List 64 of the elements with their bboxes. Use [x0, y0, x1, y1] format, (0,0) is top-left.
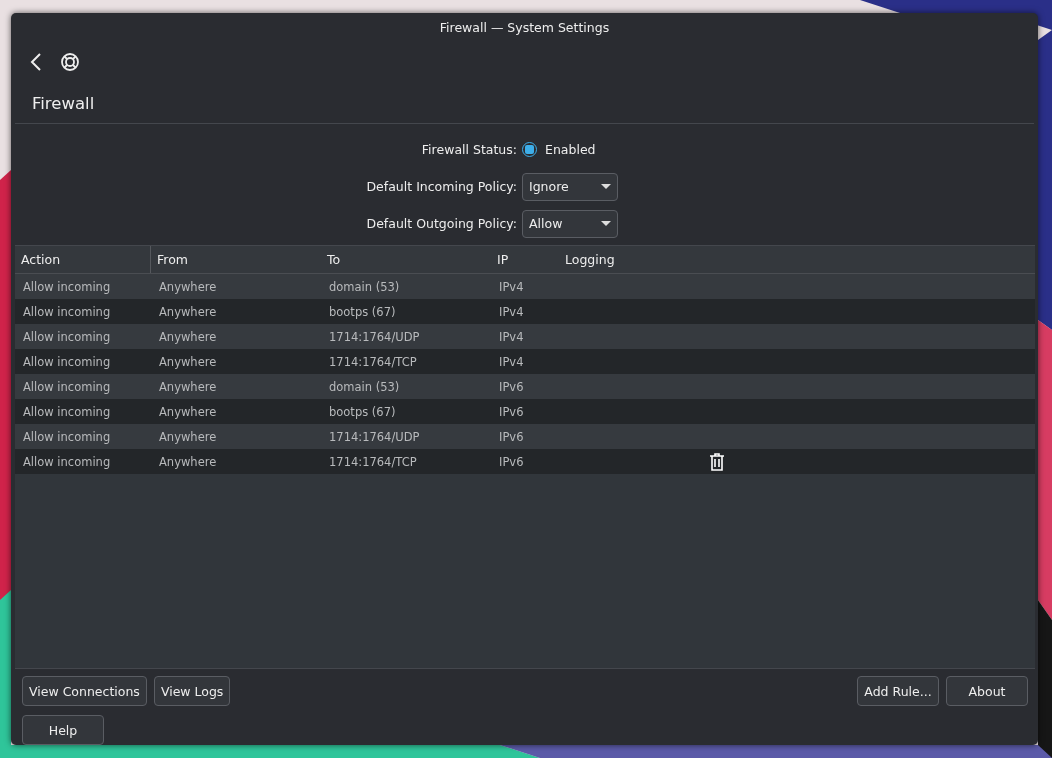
table-cell-text: 1714:1764/UDP [328, 429, 421, 444]
action-button[interactable]: Add Rule... [857, 676, 939, 706]
table-cell-text: bootps (67) [328, 404, 397, 419]
trash-icon[interactable] [709, 453, 725, 471]
table-cell-text: IPv6 [498, 404, 525, 419]
status-text: Enabled [545, 142, 596, 157]
table-cell-text: domain (53) [328, 379, 401, 394]
table-cell-text: Anywhere [158, 279, 218, 294]
table-cell-text: Anywhere [158, 354, 218, 369]
status-checkbox[interactable] [522, 142, 537, 157]
table-cell-text: 1714:1764/TCP [328, 354, 418, 369]
table-cell-text: IPv4 [498, 304, 525, 319]
column-header[interactable]: From [151, 246, 321, 273]
column-header[interactable]: IP [491, 246, 559, 273]
table-cell-text: bootps (67) [328, 304, 397, 319]
table-cell-text: Allow incoming [22, 329, 112, 344]
table-cell-text: Allow incoming [22, 304, 112, 319]
table-cell-text: 1714:1764/UDP [328, 329, 421, 344]
column-header[interactable]: Action [15, 246, 151, 273]
table-cell-text: Anywhere [158, 454, 218, 469]
table-cell-text: Allow incoming [22, 379, 112, 394]
table-cell-text: Anywhere [158, 304, 218, 319]
status-label: Firewall Status: [420, 142, 518, 157]
table-cell-text: IPv6 [498, 454, 525, 469]
table-cell-text: Anywhere [158, 429, 218, 444]
page-title: Firewall [32, 93, 95, 113]
help-button[interactable]: Help [22, 715, 104, 745]
rule-row[interactable]: Allow incoming Anywhere domain (53) IPv6 [15, 374, 1035, 399]
column-header[interactable]: Logging [559, 246, 1035, 273]
rule-row[interactable]: Allow incoming Anywhere 1714:1764/TCP IPv6 [15, 449, 1035, 474]
table-cell-text: IPv4 [498, 279, 525, 294]
table-cell-text: IPv4 [498, 354, 525, 369]
table-cell-text: Anywhere [158, 379, 218, 394]
dropdown-arrow-icon [601, 220, 611, 227]
rule-row[interactable]: Allow incoming Anywhere 1714:1764/TCP IPv4 [15, 349, 1035, 374]
policy-label: Default Incoming Policy: [365, 179, 518, 194]
table-cell-text: Allow incoming [22, 454, 112, 469]
rule-row[interactable]: Allow incoming Anywhere 1714:1764/UDP IPv4 [15, 324, 1035, 349]
table-cell-text: Anywhere [158, 329, 218, 344]
policy-dropdown[interactable]: Ignore [522, 172, 618, 201]
table-cell-text: 1714:1764/TCP [328, 454, 418, 469]
table-cell-text: IPv4 [498, 329, 525, 344]
table-cell-text: Allow incoming [22, 404, 112, 419]
rule-row[interactable]: Allow incoming Anywhere bootps (67) IPv6 [15, 399, 1035, 424]
table-cell-text: Allow incoming [22, 354, 112, 369]
table-cell-text: Anywhere [158, 404, 218, 419]
table-cell-text: IPv6 [498, 379, 525, 394]
help-lifebuoy-icon[interactable] [60, 52, 80, 72]
back-icon[interactable] [30, 52, 42, 72]
action-button[interactable]: About [946, 676, 1028, 706]
table-cell-text: Allow incoming [22, 279, 112, 294]
table-cell-text: Allow incoming [22, 429, 112, 444]
column-header[interactable]: To [321, 246, 491, 273]
rule-row[interactable]: Allow incoming Anywhere 1714:1764/UDP IPv6 [15, 424, 1035, 449]
dropdown-arrow-icon [601, 183, 611, 190]
action-button[interactable]: View Logs [153, 676, 231, 706]
table-cell-text: IPv6 [498, 429, 525, 444]
window-title: Firewall — System Settings [439, 19, 610, 35]
policy-label: Default Outgoing Policy: [365, 216, 518, 231]
policy-dropdown[interactable]: Allow [522, 209, 618, 238]
table-cell-text: domain (53) [328, 279, 401, 294]
rule-row[interactable]: Allow incoming Anywhere domain (53) IPv4 [15, 274, 1035, 299]
action-button[interactable]: View Connections [22, 676, 147, 706]
rule-row[interactable]: Allow incoming Anywhere bootps (67) IPv4 [15, 299, 1035, 324]
